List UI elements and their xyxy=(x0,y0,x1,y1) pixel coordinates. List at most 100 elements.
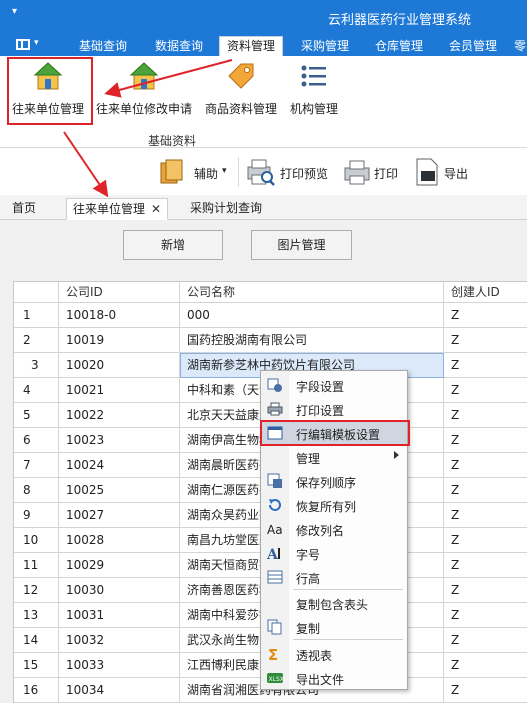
company-name-cell[interactable]: 国药控股湖南有限公司 xyxy=(180,328,444,353)
svg-text:A: A xyxy=(267,547,279,561)
context-menu-item[interactable]: XLSX 导出文件 xyxy=(261,666,407,690)
creator-id-cell[interactable]: Z xyxy=(444,653,527,678)
row-number-cell[interactable]: 15 xyxy=(14,653,59,678)
context-menu-item[interactable]: 打印设置 xyxy=(261,397,407,421)
doc-tab-home[interactable]: 首页 xyxy=(6,198,42,220)
company-id-cell[interactable]: 10021 xyxy=(59,378,180,403)
row-number-cell[interactable]: 7 xyxy=(14,453,59,478)
row-number-cell[interactable]: 13 xyxy=(14,603,59,628)
creator-id-cell[interactable]: Z xyxy=(444,378,527,403)
image-management-button[interactable]: 图片管理 xyxy=(251,230,352,260)
product-data-management-button[interactable]: 商品资料管理 xyxy=(202,60,280,122)
company-id-cell[interactable]: 10027 xyxy=(59,503,180,528)
row-number-cell[interactable]: 12 xyxy=(14,578,59,603)
print-button[interactable]: 打印 xyxy=(342,157,402,187)
table-row[interactable]: 2 10019 国药控股湖南有限公司 Z xyxy=(14,328,527,353)
row-number-cell[interactable]: 3 xyxy=(14,353,59,378)
quick-access-caret-icon[interactable]: ▾ xyxy=(12,6,17,17)
context-menu-item[interactable]: A 字号 xyxy=(261,541,407,565)
tab-warehouse-management[interactable]: 仓库管理 xyxy=(366,37,432,56)
company-id-cell[interactable]: 10024 xyxy=(59,453,180,478)
creator-id-cell[interactable]: Z xyxy=(444,353,527,378)
company-id-cell[interactable]: 10031 xyxy=(59,603,180,628)
creator-id-cell[interactable]: Z xyxy=(444,528,527,553)
column-header[interactable]: 创建人ID xyxy=(444,282,527,303)
creator-id-cell[interactable]: Z xyxy=(444,603,527,628)
add-button[interactable]: 新增 xyxy=(123,230,223,260)
row-number-cell[interactable]: 14 xyxy=(14,628,59,653)
context-menu-item[interactable]: 字段设置 xyxy=(261,373,407,397)
partner-change-request-button[interactable]: 往来单位修改申请 xyxy=(94,60,194,122)
close-icon[interactable]: ✕ xyxy=(151,202,161,216)
company-id-cell[interactable]: 10033 xyxy=(59,653,180,678)
creator-id-cell[interactable]: Z xyxy=(444,303,527,328)
tab-purchase-management[interactable]: 采购管理 xyxy=(292,37,358,56)
print-preview-button[interactable]: 打印预览 xyxy=(246,157,334,187)
column-header[interactable]: 公司ID xyxy=(59,282,180,303)
context-menu-item[interactable]: 复制包含表头 xyxy=(261,591,407,615)
organization-management-button[interactable]: 机构管理 xyxy=(286,60,342,122)
company-id-cell[interactable]: 10019 xyxy=(59,328,180,353)
row-number-cell[interactable]: 11 xyxy=(14,553,59,578)
row-number-cell[interactable]: 9 xyxy=(14,503,59,528)
context-menu-item[interactable]: 管理 xyxy=(261,445,407,469)
tab-more[interactable]: 零 xyxy=(514,37,527,56)
row-number-cell[interactable]: 16 xyxy=(14,678,59,703)
creator-id-cell[interactable]: Z xyxy=(444,553,527,578)
company-id-cell[interactable]: 10029 xyxy=(59,553,180,578)
creator-id-cell[interactable]: Z xyxy=(444,428,527,453)
company-id-cell[interactable]: 10023 xyxy=(59,428,180,453)
company-id-cell[interactable]: 10025 xyxy=(59,478,180,503)
assist-dropdown-button[interactable]: 辅助 ▾ xyxy=(158,157,230,187)
company-id-cell[interactable]: 10032 xyxy=(59,628,180,653)
company-id-cell[interactable]: 10018-0 xyxy=(59,303,180,328)
company-id-cell[interactable]: 10020 xyxy=(59,353,180,378)
svg-text:Aa: Aa xyxy=(267,523,283,537)
table-row[interactable]: 1 10018-0 000 Z xyxy=(14,303,527,328)
context-menu-item[interactable]: 复制 xyxy=(261,615,407,639)
company-id-cell[interactable]: 10022 xyxy=(59,403,180,428)
creator-id-cell[interactable]: Z xyxy=(444,578,527,603)
row-number-cell[interactable]: 8 xyxy=(14,478,59,503)
creator-id-cell[interactable]: Z xyxy=(444,628,527,653)
menu-tab-bar: ▾ 基础查询 数据查询 资料管理 采购管理 仓库管理 会员管理 零 xyxy=(0,34,527,56)
creator-id-cell[interactable]: Z xyxy=(444,478,527,503)
company-id-cell[interactable]: 10028 xyxy=(59,528,180,553)
company-id-cell[interactable]: 10030 xyxy=(59,578,180,603)
row-number-cell[interactable]: 6 xyxy=(14,428,59,453)
context-menu-item-label: 复制 xyxy=(296,622,321,636)
company-id-cell[interactable]: 10034 xyxy=(59,678,180,703)
annotation-highlight-box xyxy=(260,420,410,446)
context-menu-item[interactable]: 保存列顺序 xyxy=(261,469,407,493)
creator-id-cell[interactable]: Z xyxy=(444,328,527,353)
row-number-cell[interactable]: 4 xyxy=(14,378,59,403)
app-menu-button[interactable]: ▾ xyxy=(12,37,44,53)
app-title: 云利器医药行业管理系统 xyxy=(327,13,471,28)
row-number-header xyxy=(14,282,59,303)
context-menu-item[interactable]: 恢复所有列 xyxy=(261,493,407,517)
context-menu-item[interactable]: Aa 修改列名 xyxy=(261,517,407,541)
tab-data-query[interactable]: 数据查询 xyxy=(146,37,212,56)
doc-tab-purchase-plan-query[interactable]: 采购计划查询 xyxy=(184,198,268,220)
creator-id-cell[interactable]: Z xyxy=(444,503,527,528)
row-number-cell[interactable]: 2 xyxy=(14,328,59,353)
creator-id-cell[interactable]: Z xyxy=(444,678,527,703)
creator-id-cell[interactable]: Z xyxy=(444,453,527,478)
context-menu-item-label: 复制包含表头 xyxy=(296,598,369,612)
company-name-cell[interactable]: 000 xyxy=(180,303,444,328)
row-number-cell[interactable]: 1 xyxy=(14,303,59,328)
row-number-cell[interactable]: 5 xyxy=(14,403,59,428)
tab-basic-query[interactable]: 基础查询 xyxy=(70,37,136,56)
column-header[interactable]: 公司名称 xyxy=(180,282,444,303)
font-aa-icon: Aa xyxy=(267,521,283,537)
doc-tab-partner-management[interactable]: 往来单位管理 ✕ xyxy=(66,198,169,220)
tab-data-management[interactable]: 资料管理 xyxy=(219,36,283,56)
tab-member-management[interactable]: 会员管理 xyxy=(440,37,506,56)
assist-label: 辅助 xyxy=(194,167,219,181)
row-number-cell[interactable]: 10 xyxy=(14,528,59,553)
toolbar: 辅助 ▾ 打印预览 打印 导出 xyxy=(0,149,527,195)
creator-id-cell[interactable]: Z xyxy=(444,403,527,428)
context-menu-item[interactable]: Σ 透视表 xyxy=(261,642,407,666)
context-menu-item[interactable]: 行高 xyxy=(261,565,407,589)
export-button[interactable]: 导出 xyxy=(412,157,472,187)
